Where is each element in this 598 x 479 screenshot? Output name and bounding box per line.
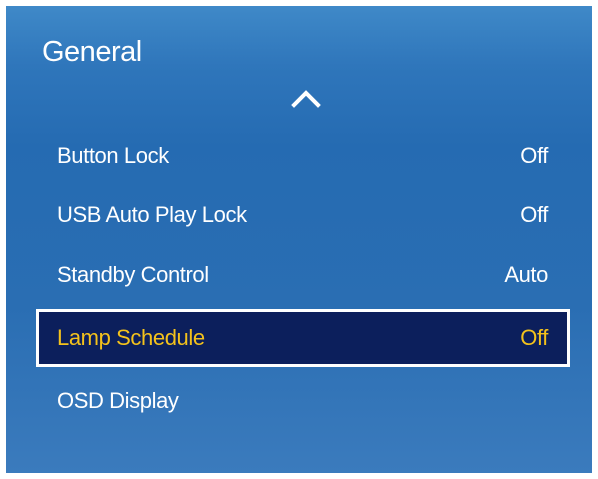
menu-item-value: Off (520, 202, 548, 227)
menu-item-button-lock[interactable]: Button Lock Off (36, 127, 570, 185)
chevron-up-icon[interactable] (289, 86, 323, 110)
menu-item-value: Auto (504, 262, 548, 287)
menu-item-label: USB Auto Play Lock (57, 202, 247, 227)
menu-item-label: Lamp Schedule (57, 325, 205, 350)
menu-item-standby-control[interactable]: Standby Control Auto (36, 246, 570, 304)
menu-item-usb-auto-play-lock[interactable]: USB Auto Play Lock Off (36, 186, 570, 244)
menu-item-label: Standby Control (57, 262, 209, 287)
menu-item-osd-display[interactable]: OSD Display (36, 372, 570, 430)
general-menu-panel: General Button Lock Off USB Auto Play Lo… (6, 6, 592, 473)
menu-item-label: Button Lock (57, 143, 169, 168)
menu-item-value: Off (520, 143, 548, 168)
menu-item-label: OSD Display (57, 388, 179, 413)
menu-item-lamp-schedule[interactable]: Lamp Schedule Off (36, 309, 570, 367)
menu-item-value: Off (520, 325, 548, 350)
menu-title: General (42, 36, 142, 68)
